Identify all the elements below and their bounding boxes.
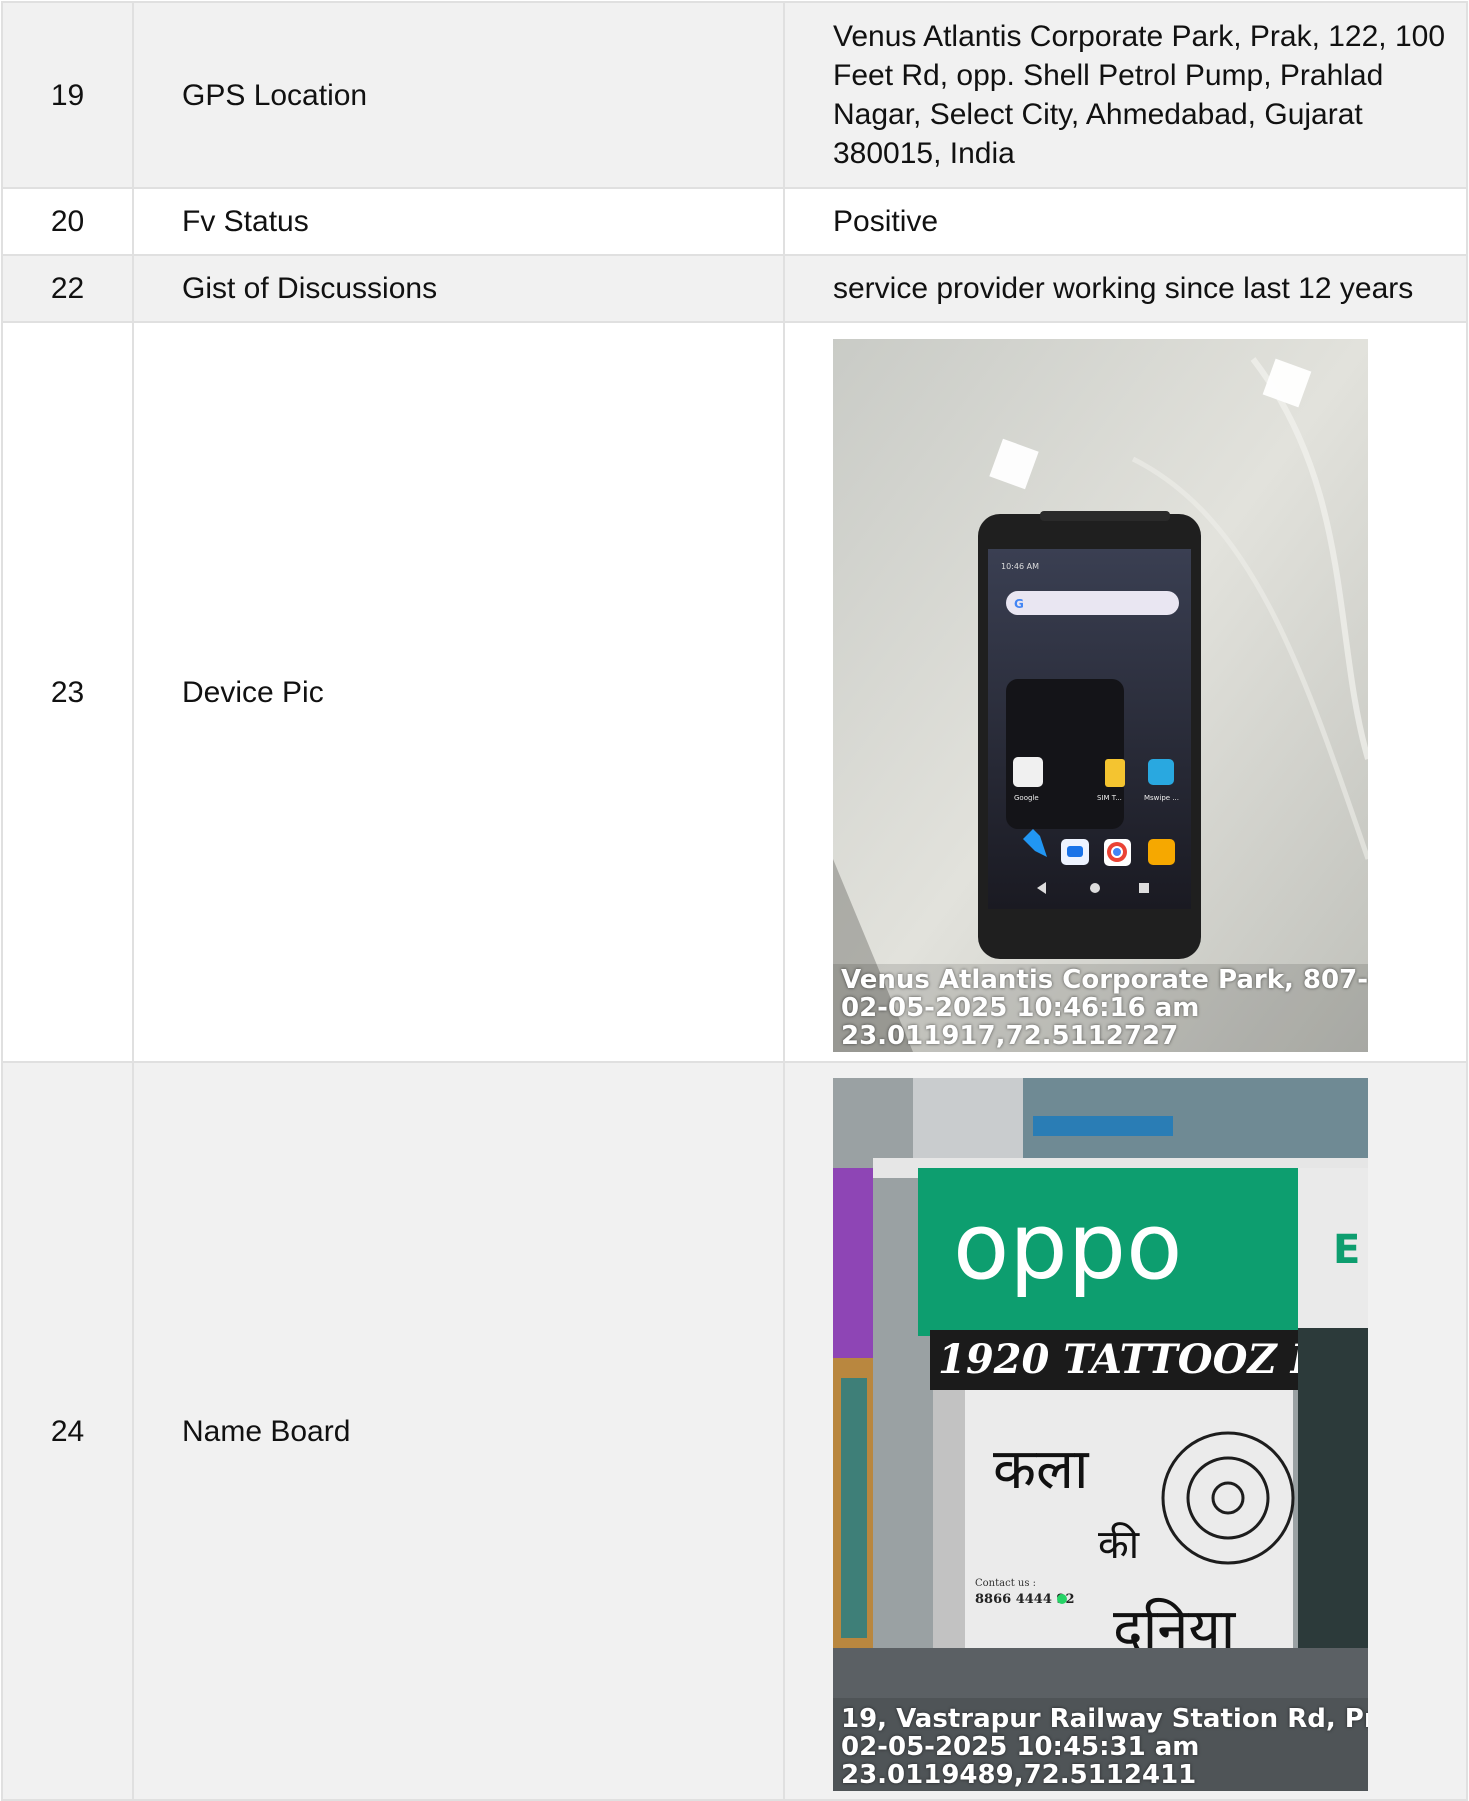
caption-timestamp: 02-05-2025 10:45:31 am bbox=[841, 1732, 1200, 1762]
caption-address: 19, Vastrapur Railway Station Rd, Prahla… bbox=[841, 1704, 1368, 1734]
row-value: 10:46 AM G Google SIM T... Mswipe ... Ve… bbox=[783, 321, 1468, 1063]
row-number: 22 bbox=[1, 254, 134, 323]
row-number: 24 bbox=[1, 1061, 134, 1801]
photo-caption: 19, Vastrapur Railway Station Rd, Prahla… bbox=[841, 1705, 1368, 1789]
svg-text:G: G bbox=[1014, 597, 1024, 611]
device-photo: 10:46 AM G Google SIM T... Mswipe ... Ve… bbox=[833, 339, 1368, 1052]
row-label: Gist of Discussions bbox=[132, 254, 785, 323]
app-label: Google bbox=[1014, 794, 1039, 802]
row-label: Device Pic bbox=[132, 321, 785, 1063]
caption-timestamp: 02-05-2025 10:46:16 am bbox=[841, 993, 1200, 1023]
contact-label: Contact us : bbox=[975, 1578, 1036, 1589]
table-row: 23 Device Pic 10:46 AM G Google SIM T...… bbox=[1, 321, 1468, 1063]
row-number: 20 bbox=[1, 187, 134, 256]
row-label: GPS Location bbox=[132, 1, 785, 189]
row-label: Name Board bbox=[132, 1061, 785, 1801]
row-value: service provider working since last 12 y… bbox=[783, 254, 1468, 323]
caption-address: Venus Atlantis Corporate Park, 807-808, … bbox=[841, 965, 1368, 995]
table-row: 22 Gist of Discussions service provider … bbox=[1, 254, 1468, 323]
photo-caption: Venus Atlantis Corporate Park, 807-808, … bbox=[841, 966, 1368, 1050]
device-photo-image: 10:46 AM G Google SIM T... Mswipe ... bbox=[833, 339, 1368, 1052]
table-row: 19 GPS Location Venus Atlantis Corporate… bbox=[1, 1, 1468, 189]
wall-text: की bbox=[1098, 1522, 1140, 1568]
row-value: Positive bbox=[783, 187, 1468, 256]
wall-text: कला bbox=[993, 1437, 1090, 1502]
sign-brand: oppo bbox=[953, 1193, 1182, 1300]
row-value: oppo E 1920 TATTOOZ HUB कला की दुनिया Co… bbox=[783, 1061, 1468, 1801]
row-value: Venus Atlantis Corporate Park, Prak, 122… bbox=[783, 1, 1468, 189]
table-row: 20 Fv Status Positive bbox=[1, 187, 1468, 256]
row-number: 19 bbox=[1, 1, 134, 189]
app-label: Mswipe ... bbox=[1144, 794, 1179, 802]
caption-coordinates: 23.011917,72.5112727 bbox=[841, 1021, 1179, 1051]
svg-text:E: E bbox=[1333, 1227, 1360, 1273]
verification-table: 19 GPS Location Venus Atlantis Corporate… bbox=[1, 1, 1468, 1801]
row-label: Fv Status bbox=[132, 187, 785, 256]
table-row: 24 Name Board oppo E 1920 TATTOOZ HUB कल… bbox=[1, 1061, 1468, 1801]
name-board-photo: oppo E 1920 TATTOOZ HUB कला की दुनिया Co… bbox=[833, 1078, 1368, 1791]
row-number: 23 bbox=[1, 321, 134, 1063]
app-label: SIM T... bbox=[1097, 794, 1122, 802]
phone-status-time: 10:46 AM bbox=[1001, 562, 1039, 571]
name-board-photo-image: oppo E 1920 TATTOOZ HUB कला की दुनिया Co… bbox=[833, 1078, 1368, 1791]
caption-coordinates: 23.0119489,72.5112411 bbox=[841, 1760, 1197, 1790]
